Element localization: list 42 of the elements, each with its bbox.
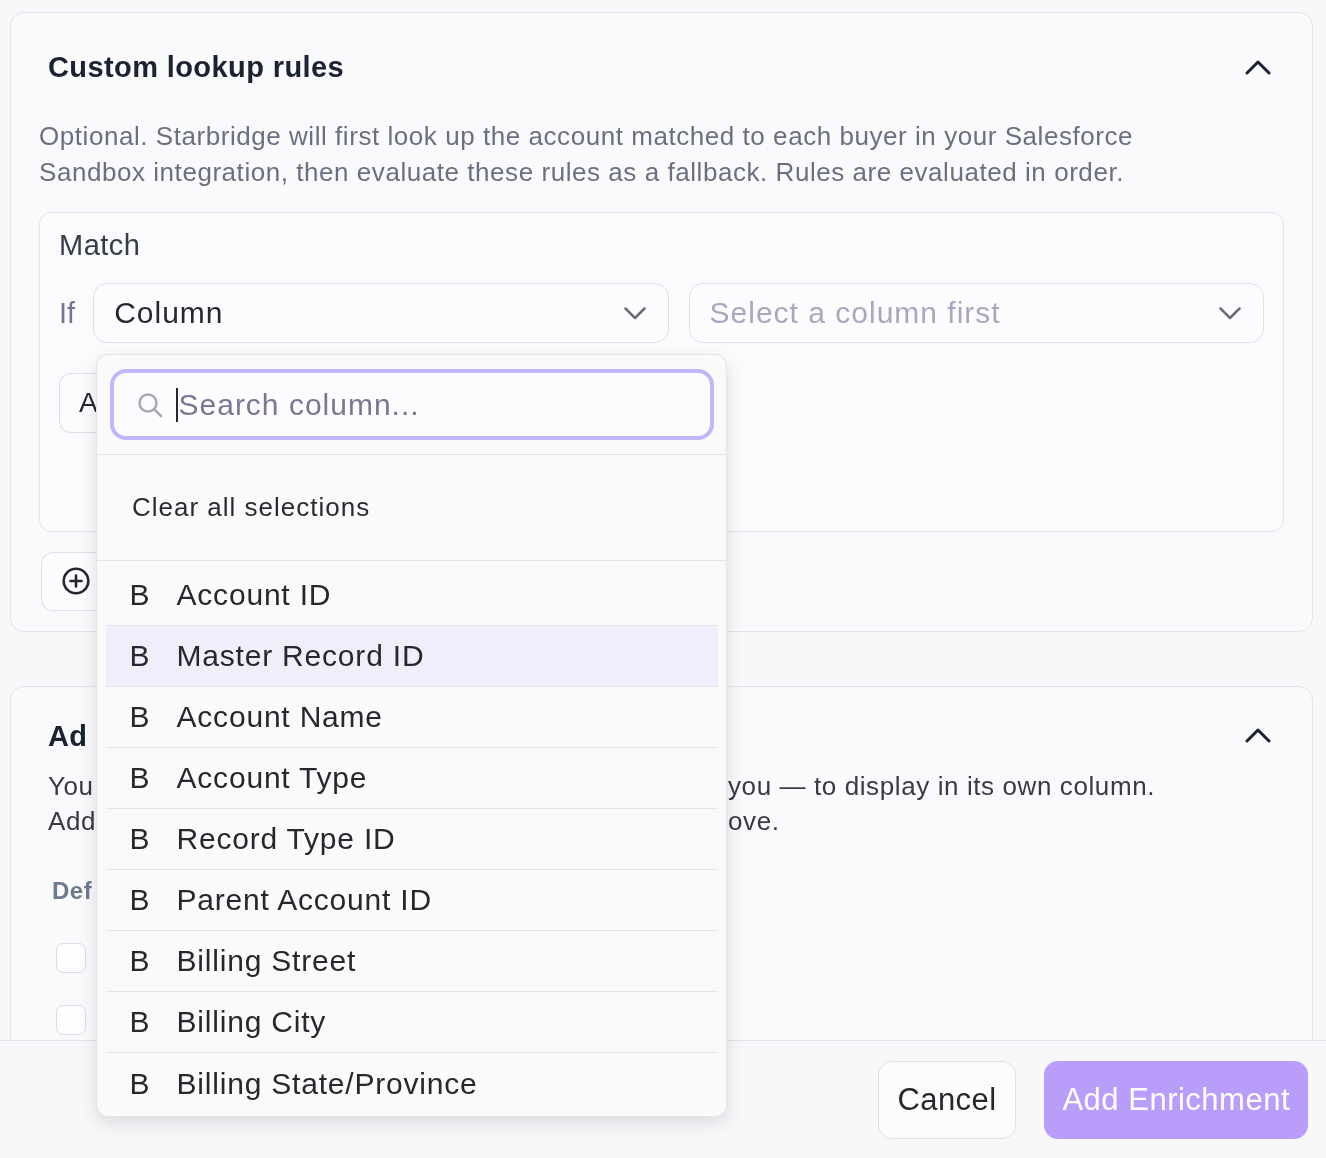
type-letter: B bbox=[129, 639, 150, 673]
chevron-down-icon bbox=[623, 306, 646, 320]
match-heading: Match bbox=[59, 227, 141, 263]
search-field[interactable]: Search column... bbox=[109, 369, 714, 440]
chevron-up-icon[interactable] bbox=[1245, 59, 1271, 75]
type-letter: B bbox=[129, 700, 150, 734]
type-letter: B bbox=[129, 883, 150, 917]
column-option[interactable]: B Account Type bbox=[105, 748, 718, 809]
add-rule-button[interactable] bbox=[41, 551, 99, 611]
description-text: ove. bbox=[728, 805, 780, 838]
column-select[interactable]: Column bbox=[93, 283, 669, 343]
chevron-up-icon[interactable] bbox=[1245, 728, 1271, 743]
column-option[interactable]: B Record Type ID bbox=[105, 809, 718, 870]
type-letter: B bbox=[129, 1066, 150, 1101]
description-text: You bbox=[48, 770, 94, 803]
section-title: Ad bbox=[48, 718, 88, 754]
checkbox[interactable] bbox=[56, 942, 86, 973]
type-letter: B bbox=[129, 822, 150, 856]
clear-selections-option[interactable]: Clear all selections bbox=[132, 492, 371, 523]
checkbox[interactable] bbox=[56, 1004, 86, 1035]
column-option[interactable]: B Billing Street bbox=[105, 931, 718, 992]
column-option[interactable]: B Billing City bbox=[105, 992, 718, 1053]
cancel-button[interactable]: Cancel bbox=[877, 1060, 1017, 1139]
chevron-down-icon bbox=[1219, 306, 1241, 320]
text-cursor-icon bbox=[175, 387, 178, 422]
column-option[interactable]: B Billing State/Province bbox=[105, 1053, 718, 1114]
search-icon bbox=[136, 391, 163, 418]
description-text: you — to display in its own column. bbox=[728, 770, 1156, 803]
type-letter: B bbox=[129, 761, 150, 795]
plus-circle-icon bbox=[62, 567, 90, 595]
column-option[interactable]: B Master Record ID bbox=[105, 626, 718, 687]
section-description: Optional. Starbridge will first look up the account matched to each buyer in your Salesforce Sandbox integration, then evaluate these rules as a fallback. Rules are evaluated in order. bbox=[39, 119, 1135, 189]
description-text: Add bbox=[48, 805, 97, 838]
type-letter: B bbox=[129, 1005, 150, 1039]
type-letter: B bbox=[129, 578, 150, 612]
rule-option-button[interactable]: A bbox=[59, 373, 99, 433]
column-option[interactable]: B Parent Account ID bbox=[105, 870, 718, 931]
type-letter: B bbox=[129, 944, 150, 978]
section-title: Custom lookup rules bbox=[48, 50, 344, 85]
field-label: Def bbox=[52, 875, 93, 906]
column-option[interactable]: B Account Name bbox=[105, 687, 718, 748]
condition-label: If bbox=[59, 296, 76, 330]
